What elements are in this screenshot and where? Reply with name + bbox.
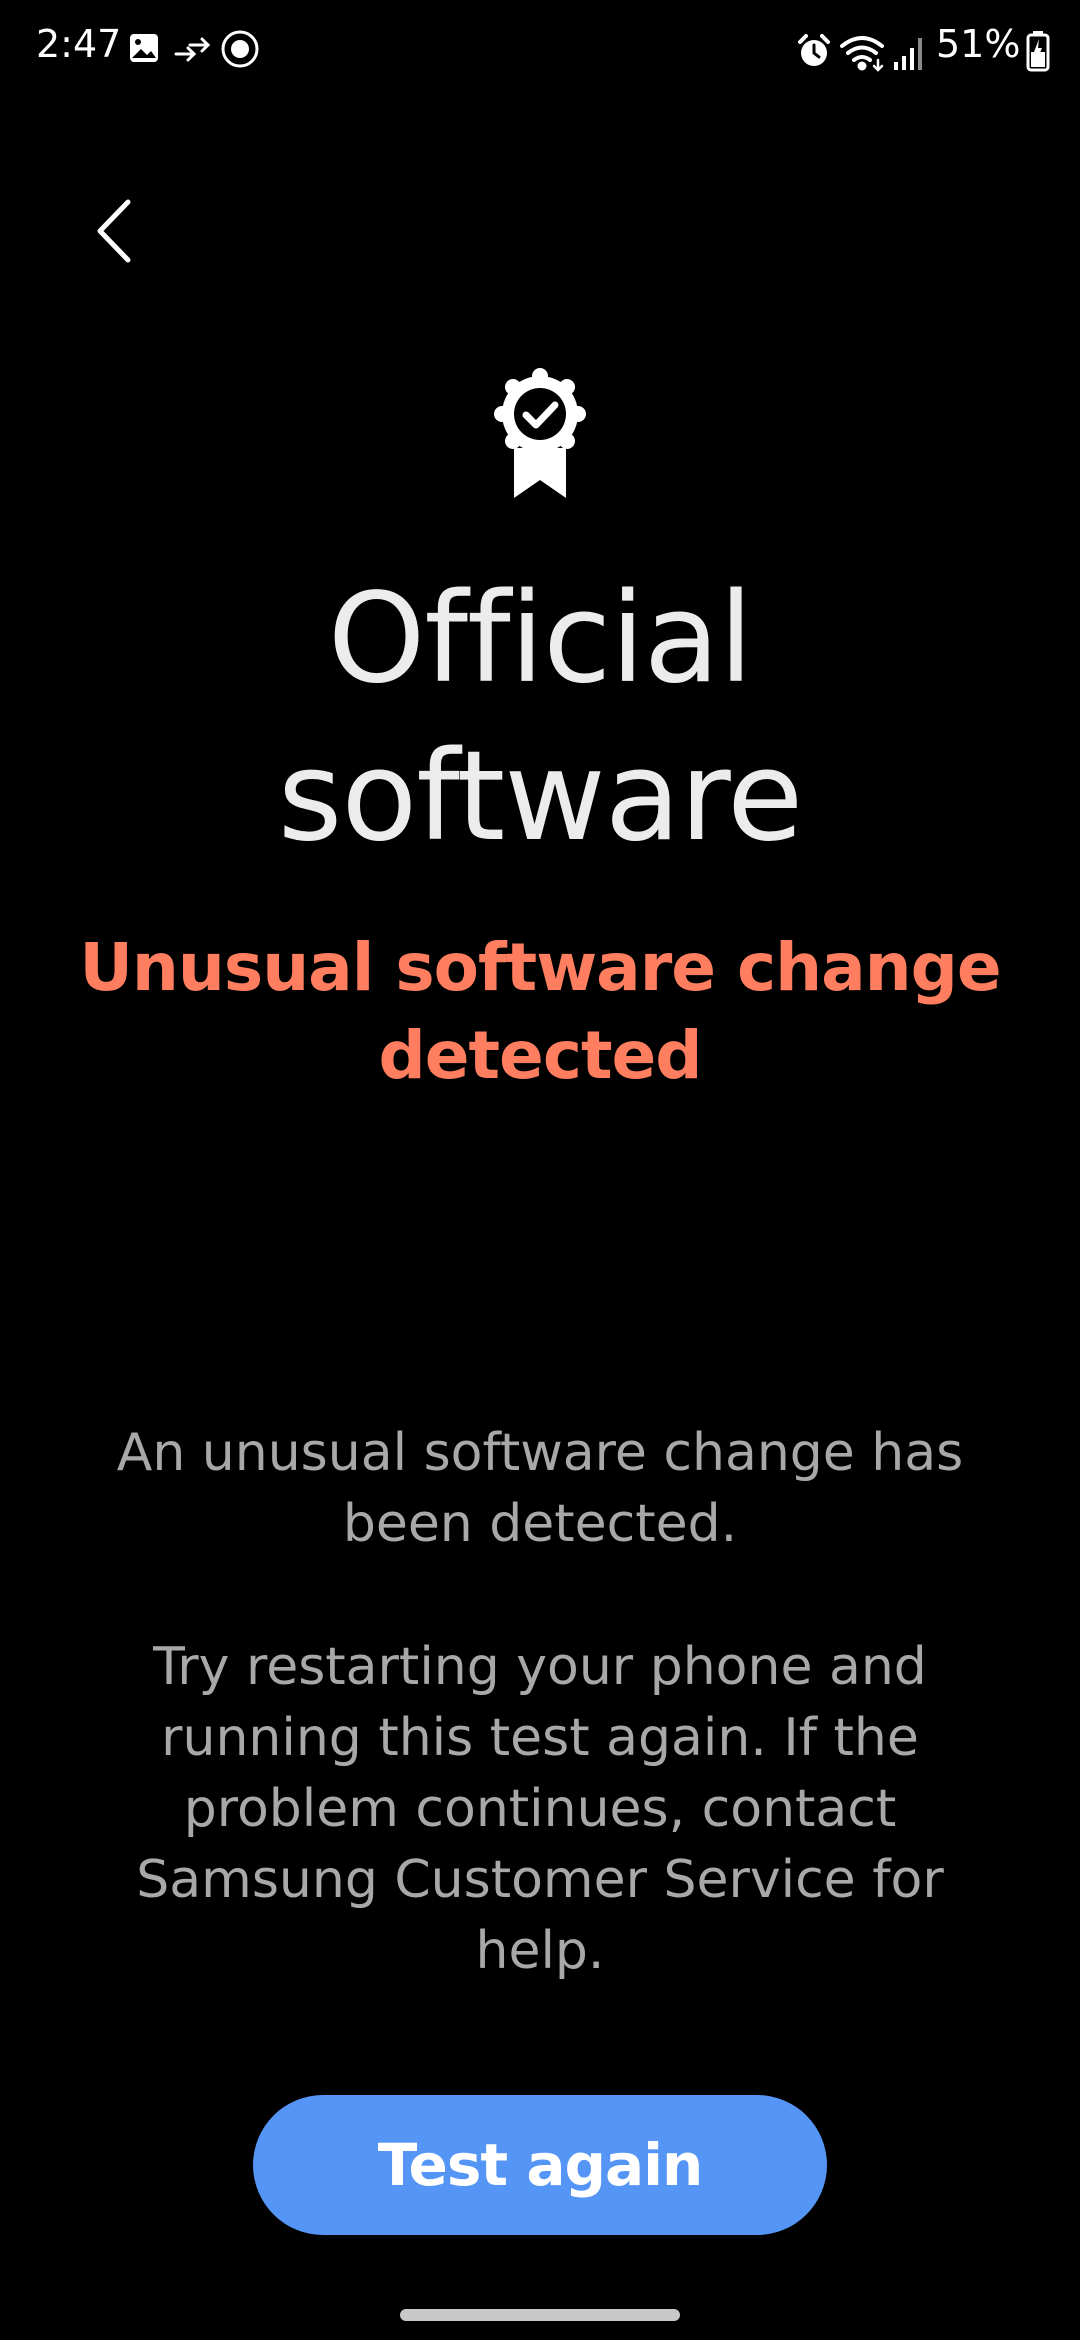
signal-icon xyxy=(894,38,922,70)
warning-status: Unusual software change detected xyxy=(60,924,1020,1100)
data-transfer-icon xyxy=(174,37,211,62)
wifi-icon xyxy=(840,36,884,72)
gallery-icon xyxy=(130,34,158,62)
page-title: Official software xyxy=(0,560,1080,876)
description-paragraph: An unusual software change has been dete… xyxy=(80,1418,1000,1560)
alarm-icon xyxy=(798,34,830,66)
circle-record-icon xyxy=(221,30,259,68)
battery-charging-icon xyxy=(1026,31,1050,72)
instructions-line: running this test again. If the xyxy=(161,1708,919,1768)
battery-percentage: 51% xyxy=(936,22,1021,66)
back-button[interactable] xyxy=(80,180,150,270)
instructions-line: help. xyxy=(475,1921,605,1981)
description-line: An unusual software change has xyxy=(116,1423,964,1483)
instructions-line: Samsung Customer Service for xyxy=(136,1850,944,1910)
page-title-line: software xyxy=(277,725,804,869)
award-badge-check-icon xyxy=(494,368,586,498)
status-left-icons xyxy=(130,30,259,68)
test-again-button[interactable]: Test again xyxy=(253,2095,827,2235)
description-line: been detected. xyxy=(342,1494,738,1554)
instructions-line: Try restarting your phone and xyxy=(153,1637,927,1697)
warning-line: Unusual software change xyxy=(79,929,1001,1006)
status-time: 2:47 xyxy=(36,22,122,66)
page-title-line: Official xyxy=(327,567,753,711)
instructions-line: problem continues, contact xyxy=(183,1779,897,1839)
status-right-icons xyxy=(798,34,922,72)
instructions-paragraph: Try restarting your phone and running th… xyxy=(80,1632,1000,1987)
status-bar: 2:47 51% xyxy=(0,0,1080,100)
warning-line: detected xyxy=(378,1017,703,1094)
chevron-left-icon xyxy=(97,199,131,263)
home-indicator[interactable] xyxy=(400,2309,680,2321)
